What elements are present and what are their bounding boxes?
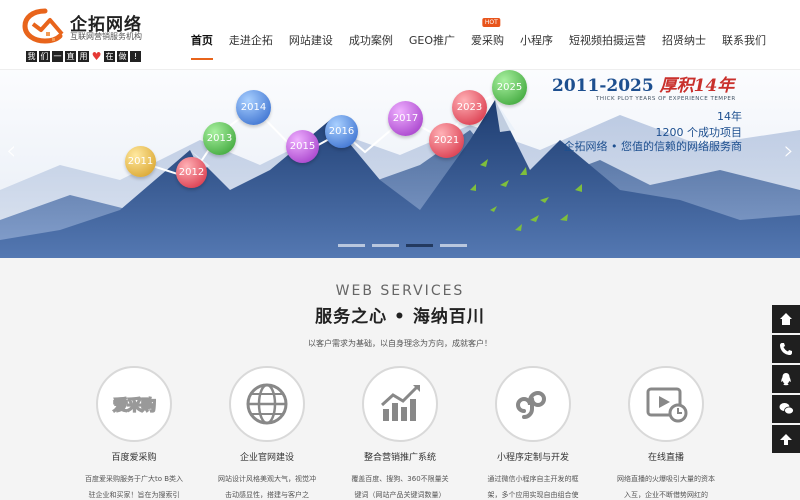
banner-line-slogan: 企拓网络 • 您值的信赖的网络服务商 — [563, 140, 742, 153]
banner-pagination — [338, 244, 467, 247]
heart-icon: ♥ — [91, 50, 102, 63]
phone-icon — [780, 343, 792, 355]
side-wechat-button[interactable] — [772, 395, 800, 423]
nav-item-home[interactable]: 首页 — [183, 30, 221, 60]
service-card-live[interactable]: 在线直播 网络直播的火爆吸引大量的资本入互，企业不断借势网红的 — [606, 366, 726, 500]
service-icon-wrap — [495, 366, 571, 442]
year-bubble-2023: 2023 — [452, 90, 487, 125]
nav-item-geo[interactable]: GEO推广 — [401, 30, 463, 50]
year-bubble-2025: 2025 — [492, 70, 527, 105]
section-title: 服务之心 • 海纳百川 — [315, 307, 485, 327]
nav-item-miniprogram[interactable]: 小程序 — [512, 30, 561, 50]
logo-icon — [22, 8, 64, 44]
service-description: 网络直播的火爆吸引大量的资本入互，企业不断借势网红的 — [617, 475, 715, 499]
service-icon-wrap — [362, 366, 438, 442]
year-bubble-2013: 2013 — [203, 122, 236, 155]
service-title: 整合营销推广系统 — [363, 453, 436, 463]
hero-banner[interactable]: 2011 2012 2013 2014 2015 2016 2017 2021 … — [0, 70, 800, 258]
year-bubble-2011: 2011 — [125, 146, 156, 177]
main-nav: 首页 走进企拓 网站建设 成功案例 GEO推广 爱采购 HOT 小程序 短视频拍… — [183, 18, 774, 60]
service-icon-wrap — [229, 366, 305, 442]
section-en-title: WEB SERVICES — [335, 283, 465, 299]
back-to-top-icon — [780, 434, 792, 445]
service-title: 小程序定制与开发 — [496, 453, 569, 463]
service-icon-wrap — [628, 366, 704, 442]
service-card-marketing[interactable]: 整合营销推广系统 覆盖百度、搜狗、360不限量关键词（网站产品关键词数量） — [340, 366, 460, 500]
nav-item-website[interactable]: 网站建设 — [281, 30, 341, 50]
service-description: 覆盖百度、搜狗、360不限量关键词（网站产品关键词数量） — [351, 475, 449, 499]
nav-item-about[interactable]: 走进企拓 — [221, 30, 281, 50]
live-video-icon — [646, 387, 688, 423]
banner-dot-2[interactable] — [372, 244, 399, 247]
banner-line-years: 14年 — [717, 110, 742, 123]
aicaigou-logo-icon: 爱采购 — [112, 395, 157, 415]
year-bubble-2014: 2014 — [236, 90, 271, 125]
banner-next-arrow[interactable]: › — [784, 138, 794, 164]
year-bubble-2016: 2016 — [325, 115, 358, 148]
side-back-to-top-button[interactable] — [772, 425, 800, 453]
year-bubble-2021: 2021 — [429, 123, 464, 158]
service-card-miniprogram[interactable]: 小程序定制与开发 通过微信小程序自主开发的框架，多个应用实现自由组合使 — [473, 366, 593, 500]
service-description: 百度爱采购服务于广大to B类入驻企业和买家！旨在为搜索引 — [84, 475, 184, 499]
service-title: 百度爱采购 — [111, 453, 157, 463]
hot-badge: HOT — [481, 18, 501, 27]
section-description: 以客户需求为基础，以自身理念为方向，成就客户！ — [308, 339, 492, 348]
side-toolbar — [772, 305, 800, 454]
mini-program-icon — [516, 390, 546, 419]
banner-dot-1[interactable] — [338, 244, 365, 247]
nav-item-label: 爱采购 — [471, 34, 504, 47]
year-bubble-2015: 2015 — [286, 130, 319, 163]
year-bubble-2017: 2017 — [388, 101, 423, 136]
nav-item-jobs[interactable]: 招贤纳士 — [654, 30, 714, 50]
service-title: 企业官网建设 — [239, 453, 294, 463]
year-bubble-2012: 2012 — [176, 157, 207, 188]
banner-dot-3[interactable] — [406, 244, 433, 247]
service-icon-wrap: 爱采购 — [96, 366, 172, 442]
banner-prev-arrow[interactable]: ‹ — [6, 138, 16, 164]
service-card-website[interactable]: 企业官网建设 网站设计风格美观大气，视觉冲击动感显性，搭建与客户之 — [207, 366, 327, 500]
service-description: 通过微信小程序自主开发的框架，多个应用实现自由组合使 — [487, 475, 579, 499]
wechat-icon — [779, 403, 794, 415]
globe-icon — [246, 383, 288, 425]
banner-dot-4[interactable] — [440, 244, 467, 247]
nav-item-video[interactable]: 短视频拍摄运营 — [561, 30, 654, 50]
site-header: 企拓网络 互联网营销服务机构 我 们 一 直 用 ♥ 在 做 ! 首页 走进企拓… — [0, 0, 800, 70]
banner-tagline: THICK PLOT YEARS OF EXPERIENCE TEMPER — [596, 96, 736, 102]
side-qq-button[interactable] — [772, 365, 800, 393]
home-icon — [780, 313, 792, 325]
nav-item-contact[interactable]: 联系我们 — [714, 30, 774, 50]
nav-item-cases[interactable]: 成功案例 — [341, 30, 401, 50]
service-description: 网站设计风格美观大气，视觉冲击动感显性，搭建与客户之 — [218, 475, 316, 499]
service-title: 在线直播 — [647, 453, 684, 463]
service-card-aicaigou[interactable]: 爱采购 百度爱采购 百度爱采购服务于广大to B类入驻企业和买家！旨在为搜索引 — [74, 366, 194, 500]
logo[interactable]: 企拓网络 互联网营销服务机构 我 们 一 直 用 ♥ 在 做 ! — [22, 8, 192, 64]
qq-icon — [781, 373, 791, 386]
growth-chart-icon — [380, 385, 420, 421]
slogan: 我 们 一 直 用 ♥ 在 做 ! — [26, 51, 141, 62]
side-home-button[interactable] — [772, 305, 800, 333]
nav-item-aicaigou[interactable]: 爱采购 HOT — [463, 18, 512, 50]
side-phone-button[interactable] — [772, 335, 800, 363]
logo-subtitle: 互联网营销服务机构 — [70, 32, 142, 41]
banner-title: 2011-2025 厚积14年 — [552, 76, 735, 96]
